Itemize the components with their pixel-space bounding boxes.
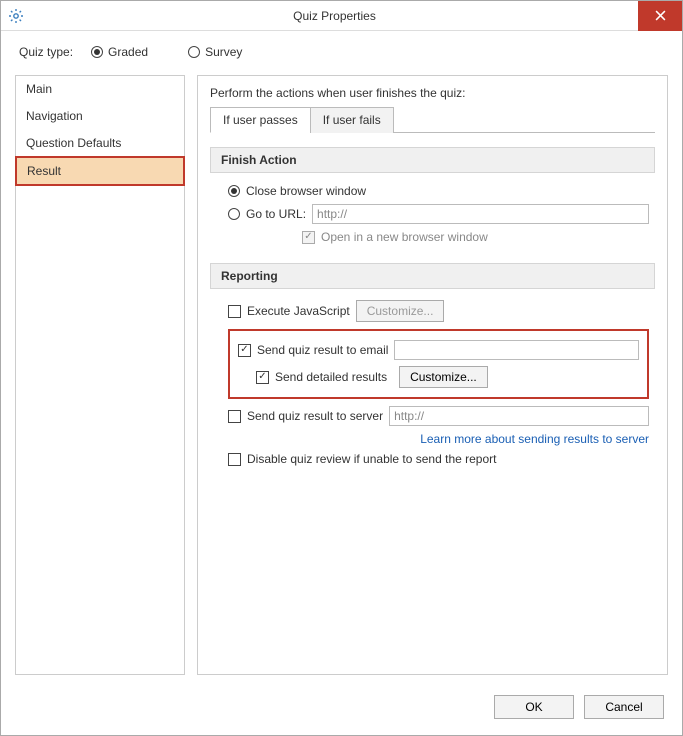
send-email-label: Send quiz result to email xyxy=(257,343,388,357)
radio-graded-label: Graded xyxy=(108,45,148,59)
learn-more-link[interactable]: Learn more about sending results to serv… xyxy=(420,432,649,446)
sidebar: Main Navigation Question Defaults Result xyxy=(15,75,185,675)
footer: OK Cancel xyxy=(1,685,682,735)
radio-go-to-url[interactable]: Go to URL: xyxy=(228,201,649,227)
email-input[interactable] xyxy=(394,340,639,360)
close-button[interactable] xyxy=(638,1,682,31)
window-title: Quiz Properties xyxy=(31,9,638,23)
open-new-window-label: Open in a new browser window xyxy=(321,230,488,244)
tab-if-user-fails[interactable]: If user fails xyxy=(310,107,394,133)
radio-icon xyxy=(228,185,240,197)
sidebar-item-main[interactable]: Main xyxy=(16,76,184,103)
send-server-label: Send quiz result to server xyxy=(247,409,383,423)
disable-review-label: Disable quiz review if unable to send th… xyxy=(247,452,496,466)
sidebar-item-navigation[interactable]: Navigation xyxy=(16,103,184,130)
checkbox-execute-javascript[interactable] xyxy=(228,305,241,318)
radio-close-browser[interactable]: Close browser window xyxy=(228,181,649,201)
gear-icon[interactable] xyxy=(1,8,31,24)
checkbox-send-server[interactable] xyxy=(228,410,241,423)
radio-graded[interactable]: Graded xyxy=(91,45,148,59)
email-highlight-box: Send quiz result to email Send detailed … xyxy=(228,329,649,399)
radio-survey-label: Survey xyxy=(205,45,242,59)
instruction-text: Perform the actions when user finishes t… xyxy=(210,86,655,100)
sidebar-item-result[interactable]: Result xyxy=(15,156,185,186)
quiz-type-row: Quiz type: Graded Survey xyxy=(1,31,682,67)
cancel-button[interactable]: Cancel xyxy=(584,695,664,719)
titlebar: Quiz Properties xyxy=(1,1,682,31)
radio-icon xyxy=(188,46,200,58)
tab-if-user-passes[interactable]: If user passes xyxy=(210,107,311,133)
execute-javascript-label: Execute JavaScript xyxy=(247,304,350,318)
reporting-header: Reporting xyxy=(210,263,655,289)
radio-survey[interactable]: Survey xyxy=(188,45,242,59)
ok-button[interactable]: OK xyxy=(494,695,574,719)
checkbox-send-detailed[interactable] xyxy=(256,371,269,384)
checkbox-open-new-window xyxy=(302,231,315,244)
go-to-url-input[interactable] xyxy=(312,204,649,224)
send-detailed-label: Send detailed results xyxy=(275,370,387,384)
server-url-input[interactable] xyxy=(389,406,649,426)
checkbox-send-email[interactable] xyxy=(238,344,251,357)
go-to-url-label: Go to URL: xyxy=(246,207,306,221)
tabs: If user passes If user fails xyxy=(210,106,655,133)
sidebar-item-question-defaults[interactable]: Question Defaults xyxy=(16,130,184,157)
close-browser-label: Close browser window xyxy=(246,184,366,198)
quiz-type-label: Quiz type: xyxy=(19,45,73,59)
finish-action-header: Finish Action xyxy=(210,147,655,173)
customize-detailed-button[interactable]: Customize... xyxy=(399,366,488,388)
customize-js-button: Customize... xyxy=(356,300,445,322)
checkbox-disable-review[interactable] xyxy=(228,453,241,466)
main-panel: Perform the actions when user finishes t… xyxy=(197,75,668,675)
radio-icon xyxy=(91,46,103,58)
radio-icon xyxy=(228,208,240,220)
